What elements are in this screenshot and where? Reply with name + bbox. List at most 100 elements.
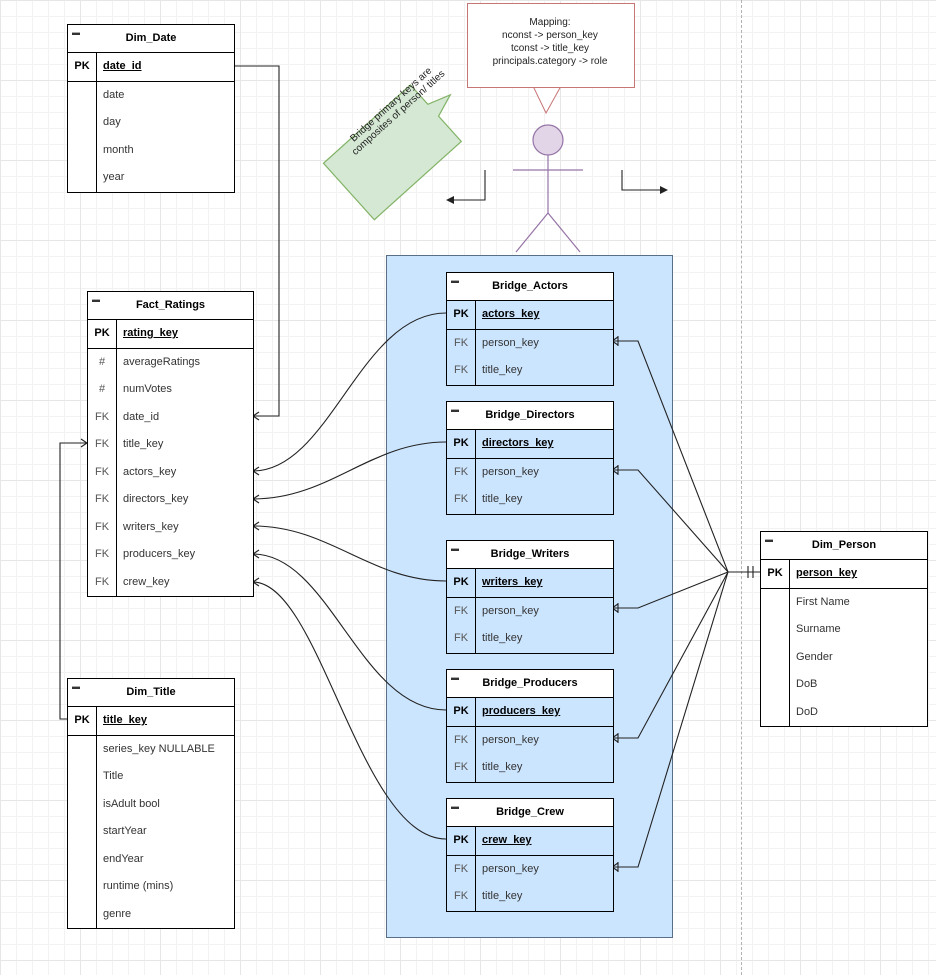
- key-type: FK: [88, 541, 117, 569]
- field-name: DoB: [796, 678, 818, 690]
- table-row[interactable]: PK title_key: [68, 707, 234, 736]
- minus-square-icon[interactable]: ▬: [451, 674, 459, 682]
- minus-square-icon[interactable]: ▬: [451, 406, 459, 414]
- table-bridge-writers[interactable]: ▬ Bridge_Writers PK writers_key FK person_k…: [446, 540, 614, 654]
- table-row[interactable]: DoD: [761, 698, 927, 726]
- table-row[interactable]: runtime (mins): [68, 873, 234, 901]
- table-row[interactable]: FK producers_key: [88, 541, 253, 569]
- key-type: FK: [88, 486, 117, 514]
- minus-square-icon[interactable]: ▬: [451, 277, 459, 285]
- key-type: FK: [88, 431, 117, 459]
- key-type: FK: [447, 458, 476, 486]
- table-dim-date[interactable]: ▬ Dim_Date PK date_id date day month year: [67, 24, 235, 193]
- table-row[interactable]: Gender: [761, 643, 927, 671]
- table-row[interactable]: FK writers_key: [88, 513, 253, 541]
- key-type: FK: [447, 597, 476, 625]
- table-row[interactable]: FK crew_key: [88, 568, 253, 596]
- key-type: FK: [447, 855, 476, 883]
- table-row[interactable]: FK directors_key: [88, 486, 253, 514]
- field-name: date: [103, 88, 125, 101]
- table-row[interactable]: PK person_key: [761, 560, 927, 589]
- minus-square-icon[interactable]: ▬: [92, 296, 100, 304]
- table-row[interactable]: FK person_key: [447, 597, 613, 625]
- table-row[interactable]: isAdult bool: [68, 790, 234, 818]
- key-type: [761, 616, 790, 644]
- key-type: [68, 763, 97, 791]
- mapping-line: Mapping:: [529, 17, 571, 28]
- table-bridge-directors[interactable]: ▬ Bridge_Directors PK directors_key FK pers…: [446, 401, 614, 515]
- table-row[interactable]: FK title_key: [88, 431, 253, 459]
- table-row[interactable]: PK crew_key: [447, 827, 613, 856]
- key-type: [68, 136, 97, 164]
- table-dim-person[interactable]: ▬ Dim_Person PK person_key First Name Surn…: [760, 531, 928, 727]
- table-row[interactable]: FK person_key: [447, 726, 613, 754]
- table-row[interactable]: FK title_key: [447, 486, 613, 514]
- minus-square-icon[interactable]: ▬: [72, 683, 80, 691]
- table-row[interactable]: FK person_key: [447, 855, 613, 883]
- table-row[interactable]: DoB: [761, 671, 927, 699]
- field-name: numVotes: [123, 383, 172, 395]
- field-name: producers_key: [482, 705, 561, 717]
- table-title: Dim_Title: [126, 686, 176, 698]
- table-header: ▬ Bridge_Crew: [447, 799, 613, 827]
- key-type: PK: [68, 53, 97, 81]
- key-type: [761, 643, 790, 671]
- mapping-line: principals.category -> role: [492, 56, 608, 67]
- key-type: PK: [447, 430, 476, 458]
- field-name: Title: [103, 770, 124, 782]
- table-row[interactable]: First Name: [761, 588, 927, 616]
- table-row[interactable]: PK producers_key: [447, 698, 613, 727]
- table-title: Bridge_Crew: [496, 806, 564, 818]
- table-row[interactable]: FK actors_key: [88, 458, 253, 486]
- field-name: day: [103, 116, 121, 128]
- table-fact-ratings[interactable]: ▬ Fact_Ratings PK rating_key # averageRatin…: [87, 291, 254, 597]
- key-type: PK: [447, 569, 476, 597]
- minus-square-icon[interactable]: ▬: [72, 29, 80, 37]
- table-row[interactable]: FK title_key: [447, 883, 613, 911]
- table-row[interactable]: month: [68, 136, 234, 164]
- key-type: #: [88, 348, 117, 376]
- table-row[interactable]: year: [68, 164, 234, 192]
- table-header: ▬ Dim_Title: [68, 679, 234, 707]
- connector-person-directors: [612, 469, 729, 573]
- table-header: ▬ Bridge_Producers: [447, 670, 613, 698]
- connector-actors: [252, 312, 447, 472]
- table-bridge-actors[interactable]: ▬ Bridge_Actors PK actors_key FK person_key…: [446, 272, 614, 386]
- table-bridge-crew[interactable]: ▬ Bridge_Crew PK crew_key FK person_key FK t…: [446, 798, 614, 912]
- minus-square-icon[interactable]: ▬: [451, 545, 459, 553]
- table-row[interactable]: PK directors_key: [447, 430, 613, 459]
- table-row[interactable]: PK actors_key: [447, 301, 613, 330]
- table-row[interactable]: FK person_key: [447, 329, 613, 357]
- table-title: Bridge_Directors: [485, 409, 575, 421]
- table-row[interactable]: Surname: [761, 616, 927, 644]
- table-row[interactable]: # averageRatings: [88, 348, 253, 376]
- minus-square-icon[interactable]: ▬: [451, 803, 459, 811]
- table-row[interactable]: FK date_id: [88, 403, 253, 431]
- field-name: person_key: [482, 336, 539, 349]
- table-row[interactable]: Title: [68, 763, 234, 791]
- key-type: PK: [761, 560, 790, 588]
- minus-square-icon[interactable]: ▬: [765, 536, 773, 544]
- table-header: ▬ Bridge_Directors: [447, 402, 613, 430]
- table-row[interactable]: # numVotes: [88, 376, 253, 404]
- table-bridge-producers[interactable]: ▬ Bridge_Producers PK producers_key FK pers…: [446, 669, 614, 783]
- table-row[interactable]: endYear: [68, 845, 234, 873]
- table-row[interactable]: FK title_key: [447, 754, 613, 782]
- table-row[interactable]: date: [68, 81, 234, 109]
- table-row[interactable]: FK title_key: [447, 625, 613, 653]
- table-row[interactable]: day: [68, 109, 234, 137]
- table-row[interactable]: startYear: [68, 818, 234, 846]
- key-type: FK: [447, 357, 476, 385]
- field-name: startYear: [103, 825, 147, 837]
- table-row[interactable]: FK title_key: [447, 357, 613, 385]
- table-row[interactable]: PK writers_key: [447, 569, 613, 598]
- table-row[interactable]: genre: [68, 900, 234, 928]
- field-name: title_key: [482, 761, 523, 773]
- table-row[interactable]: PK rating_key: [88, 320, 253, 349]
- table-dim-title[interactable]: ▬ Dim_Title PK title_key series_key NULLAB…: [67, 678, 235, 929]
- field-name: isAdult bool: [103, 797, 160, 810]
- table-row[interactable]: series_key NULLABLE: [68, 735, 234, 763]
- table-row[interactable]: FK person_key: [447, 458, 613, 486]
- table-row[interactable]: PK date_id: [68, 53, 234, 82]
- key-type: [761, 588, 790, 616]
